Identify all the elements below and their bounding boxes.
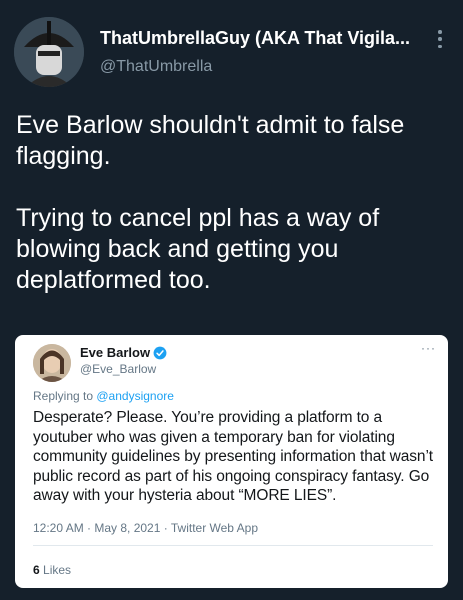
likes-label: Likes xyxy=(39,563,72,577)
likes-count[interactable]: 6 Likes xyxy=(33,563,71,577)
embedded-handle[interactable]: @Eve_Barlow xyxy=(80,362,156,376)
vertical-dots-icon[interactable] xyxy=(430,28,450,50)
replying-to-link[interactable]: @andysignore xyxy=(96,389,174,403)
portrait-avatar-icon xyxy=(33,344,71,382)
embedded-avatar[interactable] xyxy=(33,344,71,382)
verified-badge-icon xyxy=(153,346,167,359)
tweet-body: Eve Barlow shouldn't admit to false flag… xyxy=(16,110,446,296)
tweet-paragraph-2: Trying to cancel ppl has a way of blowin… xyxy=(16,204,380,294)
embedded-tweet-card[interactable]: Eve Barlow @Eve_Barlow ··· Replying to @… xyxy=(15,335,448,588)
tweet-paragraph-1: Eve Barlow shouldn't admit to false flag… xyxy=(16,111,405,170)
user-handle[interactable]: @ThatUmbrella xyxy=(100,58,212,76)
replying-to: Replying to @andysignore xyxy=(33,389,174,403)
display-name[interactable]: ThatUmbrellaGuy (AKA That Vigila... xyxy=(100,28,420,49)
divider xyxy=(33,545,433,546)
tweet-header: ThatUmbrellaGuy (AKA That Vigila... @Tha… xyxy=(0,0,463,100)
embedded-display-name[interactable]: Eve Barlow xyxy=(80,345,167,360)
embedded-display-name-text: Eve Barlow xyxy=(80,345,151,360)
likes-number: 6 xyxy=(33,563,40,577)
umbrella-man-avatar-icon xyxy=(14,17,84,87)
profile-avatar[interactable] xyxy=(14,17,84,87)
replying-to-prefix: Replying to xyxy=(33,389,97,403)
horizontal-dots-icon[interactable]: ··· xyxy=(421,341,436,355)
embedded-tweet-meta[interactable]: 12:20 AM · May 8, 2021 · Twitter Web App xyxy=(33,521,258,535)
embedded-tweet-text: Desperate? Please. You’re providing a pl… xyxy=(33,409,433,504)
